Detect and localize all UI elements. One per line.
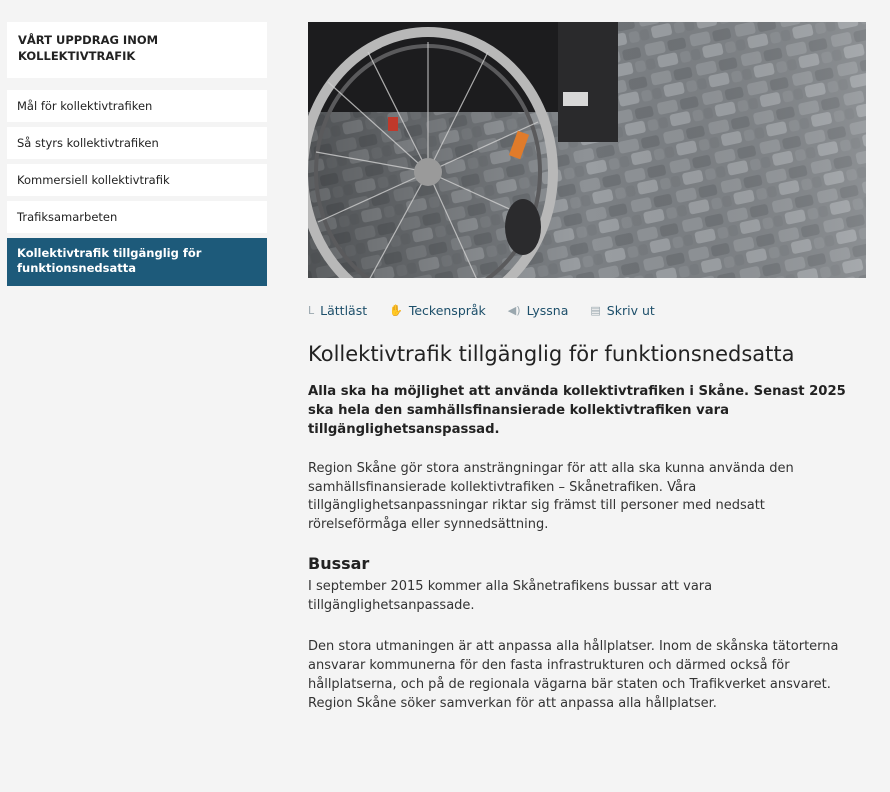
section-heading-bussar: Bussar — [308, 554, 370, 573]
sidebar-list: Mål för kollektivtrafiken Så styrs kolle… — [7, 90, 267, 286]
sidebar-heading: VÅRT UPPDRAG INOM KOLLEKTIVTRAFIK — [7, 22, 267, 78]
page-title: Kollektivtrafik tillgänglig för funktion… — [308, 342, 795, 366]
print-label: Skriv ut — [606, 303, 655, 318]
body-paragraph-3: Den stora utmaningen är att anpassa alla… — [308, 639, 839, 711]
listen-link[interactable]: ◀) Lyssna — [508, 303, 569, 318]
hero-image-wheelchair — [308, 22, 866, 278]
sign-language-link[interactable]: ✋ Teckenspråk — [389, 303, 486, 318]
hand-icon: ✋ — [389, 304, 403, 317]
easy-read-icon: Ⅼ — [308, 304, 315, 317]
sidebar-item-sa-styrs[interactable]: Så styrs kollektivtrafiken — [7, 127, 267, 159]
sidebar-item-kommersiell[interactable]: Kommersiell kollektivtrafik — [7, 164, 267, 196]
sidebar-nav: VÅRT UPPDRAG INOM KOLLEKTIVTRAFIK Mål fö… — [7, 22, 267, 291]
sign-language-label: Teckenspråk — [408, 303, 486, 318]
wheelchair-photo — [308, 22, 866, 278]
listen-label: Lyssna — [526, 303, 569, 318]
easy-read-link[interactable]: Ⅼ Lättläst — [308, 303, 367, 318]
sidebar-item-tillganglig[interactable]: Kollektivtrafik tillgänglig för funktion… — [7, 238, 267, 286]
printer-icon: ▤ — [590, 304, 601, 317]
speaker-icon: ◀) — [507, 304, 521, 317]
sidebar-item-trafiksamarbeten[interactable]: Trafiksamarbeten — [7, 201, 267, 233]
lead-paragraph: Alla ska ha möjlighet att använda kollek… — [308, 384, 846, 437]
print-link[interactable]: ▤ Skriv ut — [590, 303, 654, 318]
easy-read-label: Lättläst — [320, 303, 368, 318]
page-toolbar: Ⅼ Lättläst ✋ Teckenspråk ◀) Lyssna ▤ Skr… — [308, 303, 868, 318]
body-paragraph-1: Region Skåne gör stora ansträngningar fö… — [308, 461, 794, 532]
sidebar-item-mal[interactable]: Mål för kollektivtrafiken — [7, 90, 267, 122]
main-content: Ⅼ Lättläst ✋ Teckenspråk ◀) Lyssna ▤ Skr… — [308, 22, 868, 713]
body-paragraph-2: I september 2015 kommer alla Skånetrafik… — [308, 579, 713, 613]
